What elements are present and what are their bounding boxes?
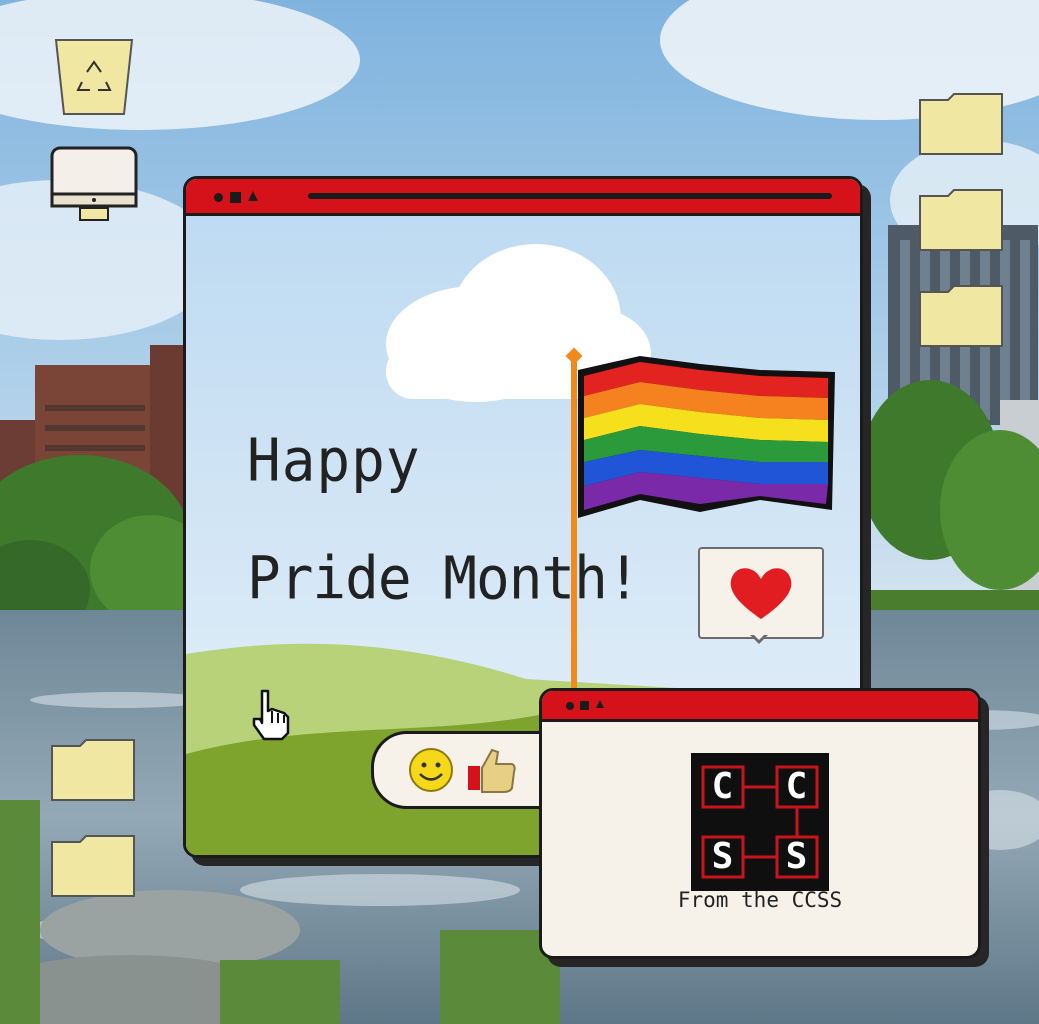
- ccss-logo: C C S S: [691, 753, 829, 891]
- desktop-scene: Happy Pride Month! C C S S From the CCSS: [0, 0, 1039, 1024]
- maximize-button[interactable]: [230, 192, 241, 203]
- logo-letter-s2: S: [785, 836, 809, 877]
- minimize-button[interactable]: [248, 191, 258, 201]
- window-titlebar[interactable]: [186, 179, 860, 216]
- smiley-icon[interactable]: [408, 747, 454, 793]
- headline-line-2: Pride Month!: [247, 544, 641, 614]
- recycle-bin-icon[interactable]: [54, 38, 134, 118]
- thumbs-up-icon[interactable]: [466, 746, 518, 794]
- logo-letter-c1: C: [711, 766, 735, 807]
- heart-bubble[interactable]: [698, 547, 824, 644]
- folder-icon[interactable]: [50, 834, 135, 897]
- close-button[interactable]: [214, 193, 223, 202]
- ccss-window[interactable]: C C S S From the CCSS: [539, 688, 981, 959]
- folder-icon[interactable]: [50, 738, 135, 801]
- monitor-icon[interactable]: [50, 146, 138, 224]
- folder-icon[interactable]: [918, 284, 1003, 347]
- logo-window-titlebar[interactable]: [542, 691, 978, 722]
- headline-line-1: Happy: [247, 426, 421, 496]
- rainbow-flag-icon: [578, 356, 835, 518]
- title-bar-line: [308, 193, 832, 199]
- logo-caption: From the CCSS: [677, 888, 843, 912]
- hand-cursor-icon: [252, 689, 290, 741]
- logo-letter-c2: C: [785, 766, 809, 807]
- maximize-button[interactable]: [580, 701, 589, 710]
- folder-icon[interactable]: [918, 92, 1003, 155]
- close-button[interactable]: [566, 702, 574, 710]
- heart-icon[interactable]: [726, 563, 796, 623]
- minimize-button[interactable]: [596, 700, 604, 708]
- logo-letter-s1: S: [711, 836, 735, 877]
- folder-icon[interactable]: [918, 188, 1003, 251]
